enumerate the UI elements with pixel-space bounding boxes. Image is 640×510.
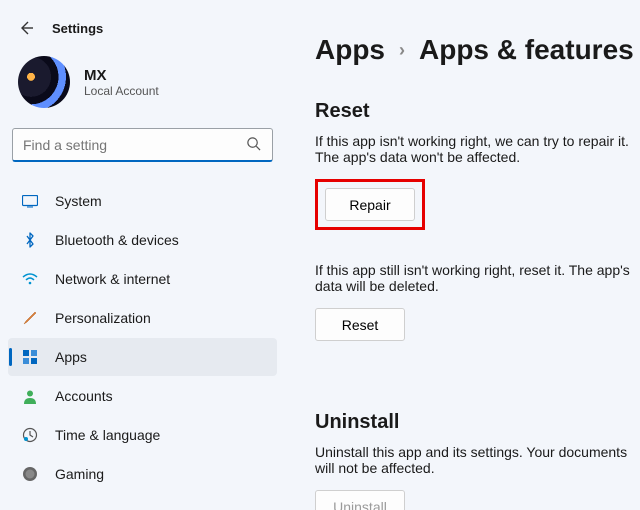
crumb-page: Apps & features: [419, 34, 634, 66]
sidebar-item-personalization[interactable]: Personalization: [8, 299, 277, 337]
sidebar-item-label: System: [55, 193, 102, 209]
search-icon: [246, 136, 261, 154]
breadcrumb: Apps › Apps & features: [315, 34, 640, 66]
back-button[interactable]: [18, 20, 34, 36]
apps-icon: [22, 349, 38, 365]
sidebar-item-apps[interactable]: Apps: [8, 338, 277, 376]
reset-description: If this app still isn't working right, r…: [315, 262, 640, 294]
reset-heading: Reset: [315, 100, 640, 123]
sidebar-item-accounts[interactable]: Accounts: [8, 377, 277, 415]
brush-icon: [22, 310, 38, 326]
sidebar-item-system[interactable]: System: [8, 182, 277, 220]
search-input[interactable]: [12, 128, 273, 162]
sidebar-item-label: Time & language: [55, 427, 160, 443]
system-icon: [22, 193, 38, 209]
gaming-icon: [22, 466, 38, 482]
sidebar-item-network[interactable]: Network & internet: [8, 260, 277, 298]
clock-icon: [22, 427, 38, 443]
person-icon: [22, 388, 38, 404]
uninstall-description: Uninstall this app and its settings. You…: [315, 444, 640, 476]
avatar: [18, 56, 70, 108]
user-profile[interactable]: MX Local Account: [8, 56, 277, 128]
sidebar-item-bluetooth[interactable]: Bluetooth & devices: [8, 221, 277, 259]
repair-description: If this app isn't working right, we can …: [315, 133, 640, 165]
wifi-icon: [22, 271, 38, 287]
bluetooth-icon: [22, 232, 38, 248]
sidebar-item-gaming[interactable]: Gaming: [8, 455, 277, 493]
profile-subtitle: Local Account: [84, 84, 159, 98]
crumb-root[interactable]: Apps: [315, 34, 385, 66]
nav: System Bluetooth & devices Network & int…: [8, 180, 277, 493]
sidebar-item-label: Bluetooth & devices: [55, 232, 179, 248]
reset-button[interactable]: Reset: [315, 308, 405, 341]
window-title: Settings: [52, 21, 103, 36]
uninstall-heading: Uninstall: [315, 411, 640, 434]
repair-button[interactable]: Repair: [325, 188, 415, 221]
profile-name: MX: [84, 67, 159, 84]
sidebar-item-label: Personalization: [55, 310, 151, 326]
sidebar-item-time[interactable]: Time & language: [8, 416, 277, 454]
sidebar-item-label: Apps: [55, 349, 87, 365]
sidebar: Settings MX Local Account System: [0, 0, 285, 510]
uninstall-button[interactable]: Uninstall: [315, 490, 405, 510]
main-content: Apps › Apps & features Reset If this app…: [285, 0, 640, 510]
chevron-right-icon: ›: [399, 40, 405, 61]
sidebar-item-label: Gaming: [55, 466, 104, 482]
sidebar-item-label: Accounts: [55, 388, 113, 404]
sidebar-item-label: Network & internet: [55, 271, 170, 287]
highlight-box: Repair: [315, 179, 425, 230]
